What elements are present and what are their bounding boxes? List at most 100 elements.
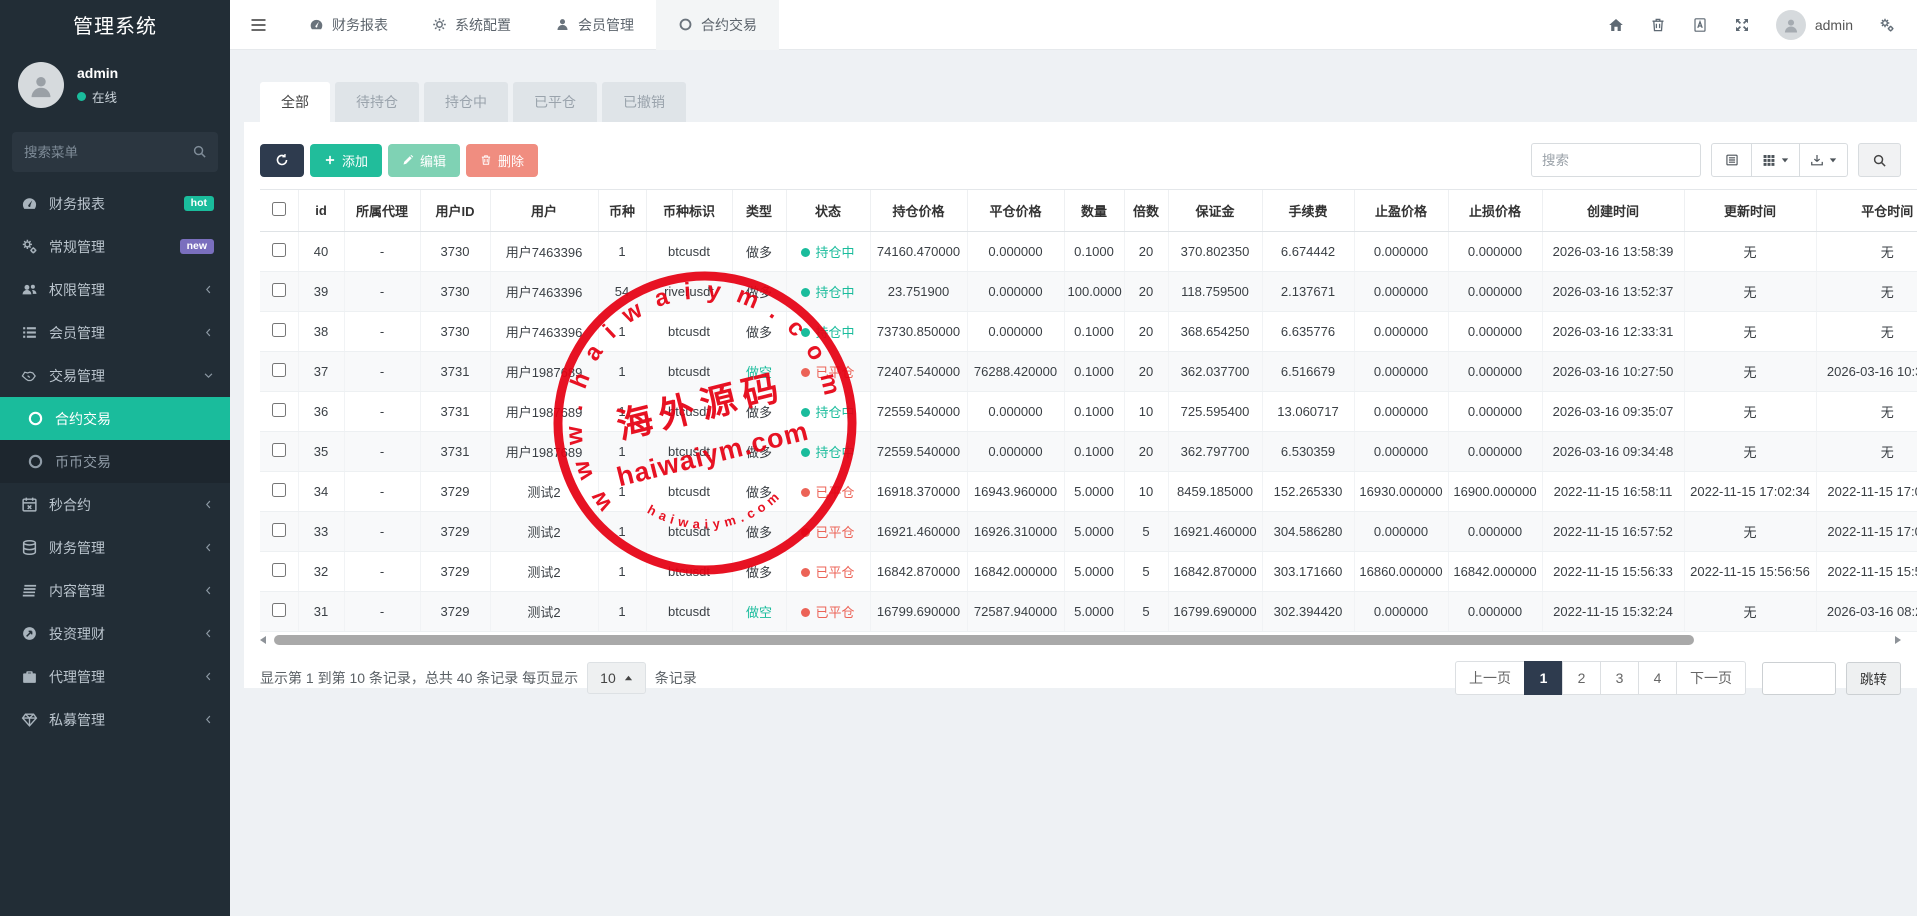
row-checkbox[interactable]	[272, 323, 286, 337]
column-header: 创建时间	[1542, 190, 1684, 232]
top-tab-label: 会员管理	[578, 15, 634, 35]
filter-tab-0[interactable]: 全部	[260, 82, 330, 122]
row-checkbox[interactable]	[272, 403, 286, 417]
filter-tab-2[interactable]: 持仓中	[424, 82, 508, 122]
select-all-checkbox[interactable]	[272, 202, 286, 216]
user-name: admin	[77, 65, 118, 81]
filter-tab-3[interactable]: 已平仓	[513, 82, 597, 122]
cell-select	[260, 552, 298, 592]
page-button-4[interactable]: 4	[1638, 661, 1677, 695]
cell-take_profit: 0.000000	[1354, 272, 1448, 312]
sidebar-item-general-manage[interactable]: 常规管理new	[0, 225, 230, 268]
sidebar-item-second-contract[interactable]: 秒合约	[0, 483, 230, 526]
clear-cache-button[interactable]	[1650, 17, 1666, 33]
cell-closed_at: 无	[1816, 272, 1917, 312]
sidebar-item-private-manage[interactable]: 私募管理	[0, 698, 230, 741]
cell-agent: -	[344, 392, 420, 432]
table-search-input[interactable]	[1531, 143, 1701, 177]
search-submit-button[interactable]	[1858, 143, 1901, 177]
home-button[interactable]	[1608, 17, 1624, 33]
cell-coin: 1	[598, 312, 646, 352]
refresh-button[interactable]	[260, 144, 304, 177]
pagination-info: 显示第 1 到第 10 条记录，总共 40 条记录 每页显示	[260, 668, 578, 688]
sidebar-item-coin-trade[interactable]: 币币交易	[0, 440, 230, 483]
cell-leverage: 20	[1124, 352, 1168, 392]
cell-coin: 1	[598, 352, 646, 392]
columns-button[interactable]	[1751, 143, 1800, 177]
sidebar-item-agent-manage[interactable]: 代理管理	[0, 655, 230, 698]
top-tab-label: 合约交易	[701, 15, 757, 35]
row-checkbox[interactable]	[272, 283, 286, 297]
column-header: 数量	[1064, 190, 1124, 232]
user-menu[interactable]: admin	[1776, 10, 1853, 40]
top-tabs: 财务报表 系统配置 会员管理 合约交易	[287, 0, 779, 50]
next-page-button[interactable]: 下一页	[1676, 661, 1746, 695]
filter-tab-1[interactable]: 待持仓	[335, 82, 419, 122]
sidebar-item-contract-trade[interactable]: 合约交易	[0, 397, 230, 440]
jump-page-input[interactable]	[1762, 662, 1836, 695]
status-badge: 已平仓	[801, 565, 854, 580]
sidebar-item-label: 投资理财	[49, 624, 203, 644]
cell-closed_at: 无	[1816, 232, 1917, 272]
prev-page-button[interactable]: 上一页	[1455, 661, 1525, 695]
fullscreen-button[interactable]	[1734, 17, 1750, 33]
database-icon	[21, 539, 38, 556]
row-checkbox[interactable]	[272, 523, 286, 537]
row-checkbox[interactable]	[272, 563, 286, 577]
sidebar-item-member-manage[interactable]: 会员管理	[0, 311, 230, 354]
delete-button[interactable]: 删除	[466, 144, 538, 177]
cell-closed_at: 2026-03-16 10:32:02	[1816, 352, 1917, 392]
jump-button[interactable]: 跳转	[1846, 662, 1901, 695]
page-button-1[interactable]: 1	[1524, 661, 1563, 695]
cell-close_price: 16926.310000	[967, 512, 1064, 552]
cell-coin: 1	[598, 592, 646, 632]
menu-search-input[interactable]	[12, 132, 218, 172]
status-label: 持仓中	[815, 405, 854, 420]
cell-updated_at: 2022-11-15 17:02:34	[1684, 472, 1816, 512]
export-button[interactable]	[1799, 143, 1848, 177]
cell-agent: -	[344, 232, 420, 272]
status-label: 持仓中	[815, 325, 854, 340]
sidebar-toggle-button[interactable]	[230, 0, 287, 50]
top-tab-system-config[interactable]: 系统配置	[410, 0, 533, 50]
row-checkbox[interactable]	[272, 363, 286, 377]
page-size-select[interactable]: 10	[587, 662, 646, 694]
cell-type: 做空	[732, 592, 786, 632]
column-header: 更新时间	[1684, 190, 1816, 232]
top-tab-label: 财务报表	[332, 15, 388, 35]
sidebar-item-finance-reports[interactable]: 财务报表hot	[0, 182, 230, 225]
page-button-3[interactable]: 3	[1600, 661, 1639, 695]
top-tab-contract-trade[interactable]: 合约交易	[656, 0, 779, 50]
settings-gears-button[interactable]	[1879, 17, 1895, 33]
cell-select	[260, 592, 298, 632]
avatar	[18, 62, 64, 108]
cell-open_price: 16921.460000	[870, 512, 967, 552]
sidebar-item-label: 私募管理	[49, 710, 203, 730]
scroll-left-arrow[interactable]	[260, 636, 266, 644]
translate-button[interactable]	[1692, 17, 1708, 33]
filter-tab-4[interactable]: 已撤销	[602, 82, 686, 122]
top-tab-finance-reports[interactable]: 财务报表	[287, 0, 410, 50]
row-checkbox[interactable]	[272, 483, 286, 497]
sidebar-item-finance-manage[interactable]: 财务管理	[0, 526, 230, 569]
page-button-2[interactable]: 2	[1562, 661, 1601, 695]
add-button[interactable]: 添加	[310, 144, 382, 177]
top-tab-member-manage[interactable]: 会员管理	[533, 0, 656, 50]
row-checkbox[interactable]	[272, 443, 286, 457]
cell-close_price: 0.000000	[967, 392, 1064, 432]
cell-take_profit: 0.000000	[1354, 352, 1448, 392]
scroll-right-arrow[interactable]	[1895, 636, 1901, 644]
scrollbar-thumb[interactable]	[274, 635, 1694, 645]
edit-button[interactable]: 编辑	[388, 144, 460, 177]
sidebar-item-invest-manage[interactable]: 投资理财	[0, 612, 230, 655]
row-checkbox[interactable]	[272, 243, 286, 257]
badge-new: new	[180, 239, 214, 255]
sidebar-item-permission-manage[interactable]: 权限管理	[0, 268, 230, 311]
row-checkbox[interactable]	[272, 603, 286, 617]
detail-view-button[interactable]	[1711, 143, 1752, 177]
columns-icon	[1762, 153, 1776, 167]
table-row: 32-3729测试21btcusdt做多已平仓16842.87000016842…	[260, 552, 1917, 592]
sidebar-item-trade-manage[interactable]: 交易管理	[0, 354, 230, 397]
sidebar-item-content-manage[interactable]: 内容管理	[0, 569, 230, 612]
cell-created_at: 2022-11-15 16:57:52	[1542, 512, 1684, 552]
